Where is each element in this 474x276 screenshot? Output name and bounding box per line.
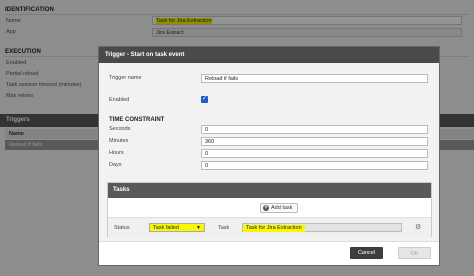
gear-icon[interactable]: ⚙ [415, 224, 421, 231]
ok-button[interactable]: OK [398, 247, 431, 259]
seconds-label: Seconds [109, 126, 131, 132]
enabled-label: Enabled [109, 97, 130, 103]
dialog-body: Trigger name Reload if fails Enabled ✓ T… [99, 63, 439, 241]
task-row: Status Task failed ▼ Task Task for Jira … [108, 217, 431, 237]
hours-label: Hours [109, 150, 124, 156]
trigger-name-input[interactable]: Reload if fails [201, 74, 428, 83]
time-constraint-title: TIME CONSTRAINT [109, 117, 165, 123]
add-task-label: Add task [271, 205, 293, 211]
status-select[interactable]: Task failed ▼ [149, 223, 205, 232]
days-input[interactable]: 0 [201, 161, 428, 170]
hours-input[interactable]: 0 [201, 149, 428, 158]
tasks-panel: Tasks + Add task Status Task failed ▼ Ta… [107, 182, 432, 237]
checkmark-icon: ✓ [201, 96, 208, 102]
enabled-checkbox[interactable]: ✓ [201, 96, 208, 103]
seconds-input[interactable]: 0 [201, 125, 428, 134]
task-label: Task [218, 225, 230, 231]
dialog-footer: Cancel OK [99, 241, 439, 265]
trigger-dialog: Trigger - Start on task event Trigger na… [98, 46, 440, 266]
task-value: Task for Jira Extraction [243, 225, 305, 232]
tasks-header: Tasks [108, 183, 431, 198]
trigger-name-label: Trigger name [109, 75, 142, 81]
add-task-button[interactable]: + Add task [260, 203, 298, 213]
cancel-button[interactable]: Cancel [350, 247, 383, 259]
task-field[interactable]: Task for Jira Extraction [242, 223, 402, 232]
chevron-down-icon: ▼ [196, 225, 201, 231]
dialog-title: Trigger - Start on task event [99, 47, 439, 63]
days-label: Days [109, 162, 122, 168]
minutes-input[interactable]: 360 [201, 137, 428, 146]
status-value: Task failed [153, 225, 179, 231]
plus-icon: + [263, 205, 269, 211]
minutes-label: Minutes [109, 138, 129, 144]
status-label: Status [114, 225, 130, 231]
